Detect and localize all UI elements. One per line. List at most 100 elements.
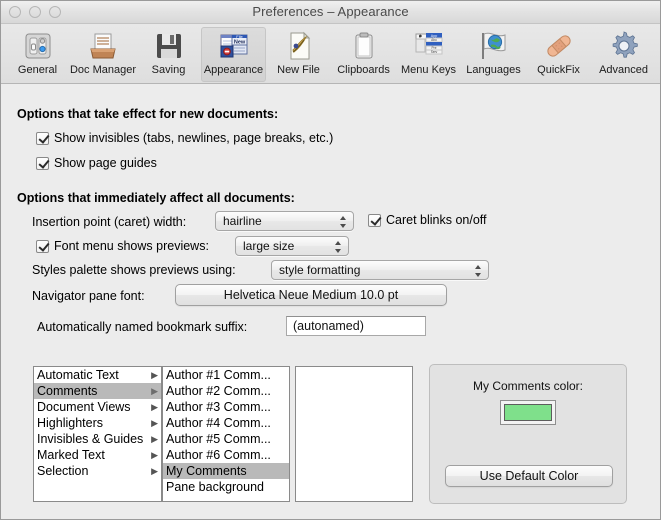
- styles-palette-value: style formatting: [279, 263, 361, 277]
- sliders-icon: [22, 30, 54, 62]
- list-item-label: Automatic Text: [37, 368, 119, 382]
- window-title: Preferences – Appearance: [252, 4, 409, 19]
- detail-list[interactable]: [295, 366, 413, 502]
- list-item[interactable]: Invisibles & Guides ▶: [34, 431, 161, 447]
- bookmark-suffix-input[interactable]: (autonamed): [286, 316, 426, 336]
- list-item[interactable]: Document Views ▶: [34, 399, 161, 415]
- toolbar-item-saving[interactable]: Saving: [136, 27, 201, 82]
- chevron-right-icon: ▶: [151, 402, 158, 412]
- font-menu-preview-select[interactable]: large size: [235, 236, 349, 256]
- toolbar-item-doc-manager[interactable]: Doc Manager: [70, 27, 136, 82]
- font-menu-preview-value: large size: [243, 239, 295, 253]
- list-item-label: Author #2 Comm...: [166, 384, 271, 398]
- item-list[interactable]: Author #1 Comm... Author #2 Comm... Author…: [162, 366, 290, 502]
- toolbar-item-label: Doc Manager: [69, 64, 137, 76]
- globe-flag-icon: [478, 30, 510, 62]
- toolbar-item-label: QuickFix: [537, 64, 580, 76]
- list-item[interactable]: My Comments: [163, 463, 289, 479]
- bookmark-suffix-label: Automatically named bookmark suffix:: [37, 320, 248, 334]
- chevron-right-icon: ▶: [151, 370, 158, 380]
- chevron-right-icon: ▶: [151, 386, 158, 396]
- toolbar-item-general[interactable]: General: [5, 27, 70, 82]
- toolbar-item-label: General: [17, 64, 58, 76]
- toolbar-item-advanced[interactable]: Advanced: [591, 27, 656, 82]
- list-item-label: Comments: [37, 384, 98, 398]
- color-panel: My Comments color: Use Default Color: [429, 364, 627, 504]
- list-item-label: Pane background: [166, 480, 264, 494]
- category-list[interactable]: Automatic Text ▶ Comments ▶ Document Views ▶ H…: [33, 366, 162, 502]
- chevron-updown-icon: [475, 264, 482, 278]
- toolbar-item-appearance[interactable]: File New Appearance: [201, 27, 267, 82]
- toolbar-item-languages[interactable]: Languages: [461, 27, 526, 82]
- list-item[interactable]: Author #6 Comm...: [163, 447, 289, 463]
- styles-palette-select[interactable]: style formatting: [271, 260, 489, 280]
- color-well[interactable]: [500, 400, 556, 425]
- list-item[interactable]: Marked Text ▶: [34, 447, 161, 463]
- inbox-tray-icon: [87, 30, 119, 62]
- bandage-icon: [543, 30, 575, 62]
- button-label: Use Default Color: [479, 469, 579, 483]
- use-default-color-button[interactable]: Use Default Color: [445, 465, 613, 487]
- chevron-right-icon: ▶: [151, 434, 158, 444]
- svg-text:Abo: Abo: [431, 38, 437, 42]
- list-item[interactable]: Author #2 Comm...: [163, 383, 289, 399]
- list-item-label: My Comments: [166, 464, 247, 478]
- list-item[interactable]: Author #1 Comm...: [163, 367, 289, 383]
- list-item-label: Invisibles & Guides: [37, 432, 144, 446]
- toolbar-item-label: Languages: [466, 64, 521, 76]
- navigator-font-button[interactable]: Helvetica Neue Medium 10.0 pt: [175, 284, 447, 306]
- list-item[interactable]: Author #3 Comm...: [163, 399, 289, 415]
- list-item-label: Author #3 Comm...: [166, 400, 271, 414]
- list-item[interactable]: Selection ▶: [34, 463, 161, 479]
- toolbar-item-quickfix[interactable]: QuickFix: [526, 27, 591, 82]
- navigator-font-label: Navigator pane font:: [32, 289, 145, 303]
- preferences-toolbar: General Doc Manager Saving File New Appe…: [1, 24, 660, 84]
- checkbox-box: [36, 239, 49, 253]
- caret-blinks-checkbox[interactable]: Caret blinks on/off: [368, 213, 487, 227]
- all-documents-heading: Options that immediately affect all docu…: [17, 191, 295, 205]
- toolbar-item-label: New File: [277, 64, 320, 76]
- svg-text:File: File: [236, 34, 243, 39]
- list-item[interactable]: Automatic Text ▶: [34, 367, 161, 383]
- list-item[interactable]: Author #4 Comm...: [163, 415, 289, 431]
- toolbar-item-label: Appearance: [203, 64, 264, 76]
- checkbox-label: Show page guides: [54, 156, 157, 170]
- styles-palette-label: Styles palette shows previews using:: [32, 263, 236, 277]
- toolbar-item-menu-keys[interactable]: App Abo Pre Serv Menu Keys: [396, 27, 461, 82]
- caret-width-value: hairline: [223, 214, 262, 228]
- checkbox-label: Font menu shows previews:: [54, 239, 209, 253]
- color-panel-title: My Comments color:: [472, 379, 584, 393]
- toolbar-item-label: Saving: [151, 64, 186, 76]
- toolbar-item-new-file[interactable]: New File: [266, 27, 331, 82]
- list-item-label: Author #1 Comm...: [166, 368, 271, 382]
- list-item[interactable]: Comments ▶: [34, 383, 161, 399]
- list-item[interactable]: Pane background: [163, 479, 289, 495]
- title-bar: Preferences – Appearance: [1, 1, 660, 24]
- svg-text:Serv: Serv: [430, 50, 437, 54]
- list-item-label: Author #6 Comm...: [166, 448, 271, 462]
- color-swatch: [504, 404, 552, 421]
- checkbox-label: Show invisibles (tabs, newlines, page br…: [54, 131, 334, 145]
- list-item-label: Marked Text: [37, 448, 105, 462]
- caret-width-label: Insertion point (caret) width:: [32, 215, 187, 229]
- checkbox-box: [36, 131, 49, 145]
- checkbox-box: [36, 156, 49, 170]
- font-menu-previews-checkbox[interactable]: Font menu shows previews:: [36, 239, 209, 253]
- bookmark-suffix-value: (autonamed): [293, 319, 364, 333]
- chevron-updown-icon: [340, 215, 347, 229]
- caret-width-select[interactable]: hairline: [215, 211, 354, 231]
- new-documents-heading: Options that take effect for new documen…: [17, 107, 279, 121]
- list-item[interactable]: Author #5 Comm...: [163, 431, 289, 447]
- document-quill-icon: [283, 30, 315, 62]
- list-item[interactable]: Highlighters ▶: [34, 415, 161, 431]
- toolbar-item-label: Advanced: [599, 64, 648, 76]
- list-item-label: Selection: [37, 464, 89, 478]
- toolbar-item-clipboards[interactable]: Clipboards: [331, 27, 396, 82]
- show-page-guides-checkbox[interactable]: Show page guides: [36, 156, 157, 170]
- chevron-updown-icon: [335, 240, 342, 254]
- preferences-window: Preferences – Appearance General Doc Man…: [0, 0, 661, 520]
- show-invisibles-checkbox[interactable]: Show invisibles (tabs, newlines, page br…: [36, 131, 333, 145]
- list-item-label: Document Views: [37, 400, 131, 414]
- clipboard-icon: [348, 30, 380, 62]
- navigator-font-value: Helvetica Neue Medium 10.0 pt: [223, 288, 399, 302]
